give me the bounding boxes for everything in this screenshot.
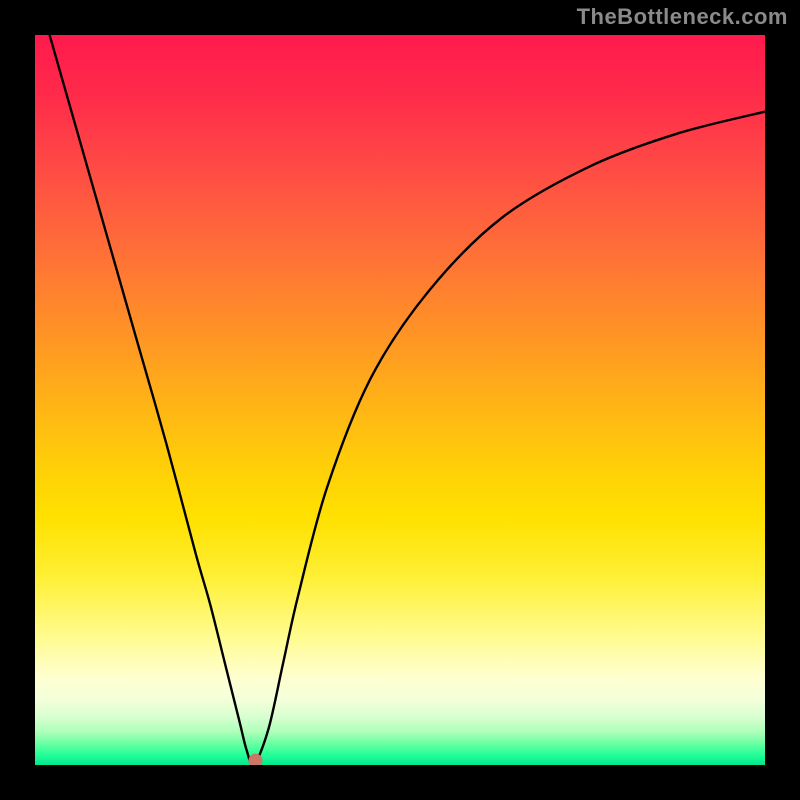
chart-overlay — [35, 35, 765, 765]
attribution-text: TheBottleneck.com — [577, 4, 788, 30]
plot-area — [35, 35, 765, 765]
bottleneck-curve — [50, 35, 765, 765]
